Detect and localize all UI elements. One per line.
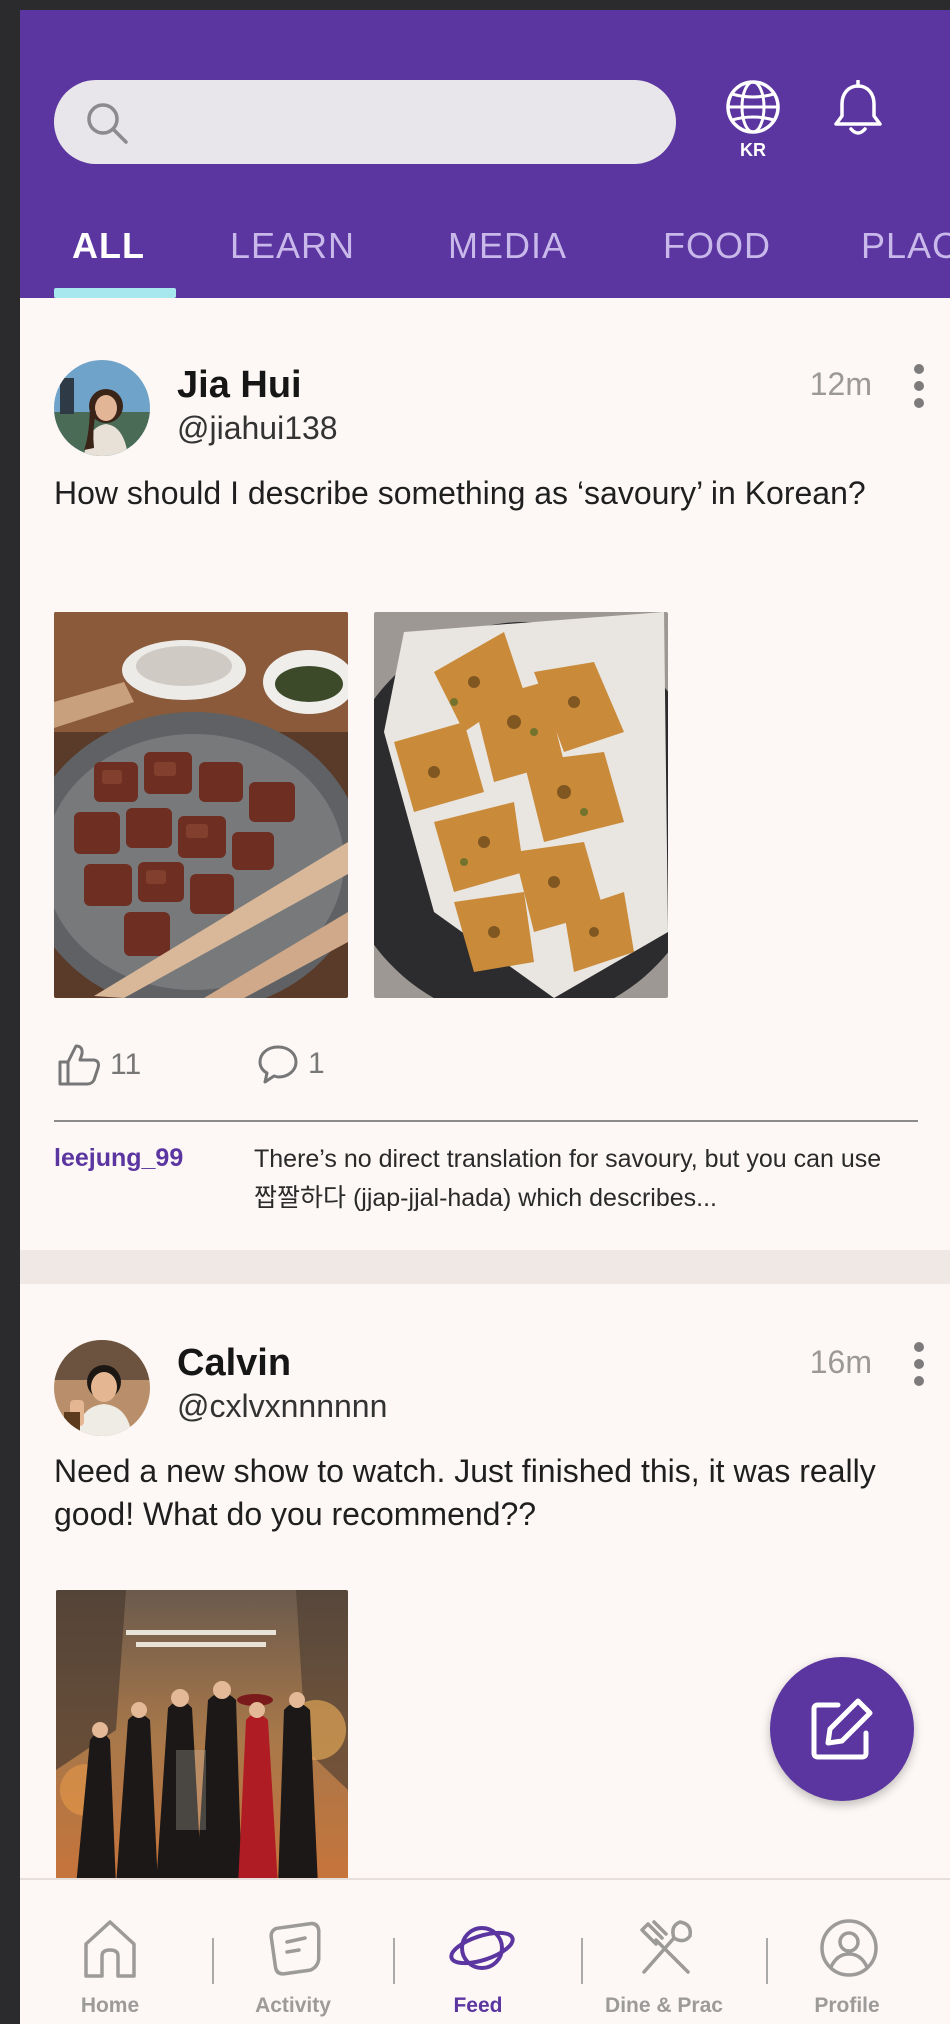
like-button[interactable]: 11 [56,1042,141,1088]
globe-icon [726,80,780,134]
post-image-bbq[interactable] [54,612,348,998]
post-author-name[interactable]: Calvin [177,1342,291,1385]
avatar[interactable] [54,360,150,456]
comment-divider [54,1120,918,1122]
tab-places[interactable]: PLAC [861,225,950,267]
avatar[interactable] [54,1340,150,1436]
post-text: Need a new show to watch. Just finished … [54,1453,876,1532]
post-timestamp: 16m [809,1344,872,1380]
nav-activity[interactable]: Activity [203,1880,383,2024]
tab-all[interactable]: ALL [72,225,145,267]
post-author-handle: @jiahui138 [177,410,338,446]
user-circle-icon [820,1919,878,1977]
post-timestamp: 12m [809,366,872,402]
post-text: How should I describe something as ‘savo… [54,475,866,511]
nav-dine-prac-label: Dine & Prac [605,1994,723,2017]
nav-home[interactable]: Home [20,1880,200,2024]
like-count: 11 [110,1048,142,1081]
bell-icon [834,79,882,135]
notifications-button[interactable] [832,79,884,143]
language-code: KR [740,140,766,160]
app-screen: KR ALL LEARN MEDIA FOOD PLAC Jia Hui @ji… [20,10,950,2024]
top-header: KR ALL LEARN MEDIA FOOD PLAC [20,10,950,298]
post-separator [20,1250,950,1284]
comment-button[interactable]: 1 [256,1042,325,1086]
nav-feed-label: Feed [453,1994,503,2017]
comment-icon [258,1045,298,1084]
nav-feed[interactable]: Feed [388,1880,568,2024]
tab-food[interactable]: FOOD [663,225,771,267]
tab-media[interactable]: MEDIA [448,225,567,267]
language-selector[interactable]: KR [722,76,784,172]
comment-count: 1 [308,1047,325,1080]
planet-icon [449,1926,515,1970]
nav-profile-label: Profile [814,1994,880,2017]
thumbs-up-icon [58,1044,100,1086]
post-card[interactable]: Jia Hui @jiahui138 12m How should I desc… [20,298,950,1260]
more-options-icon[interactable] [914,364,924,415]
comment-username[interactable]: leejung_99 [54,1144,183,1173]
compose-post-button[interactable] [770,1657,914,1801]
search-input[interactable] [54,80,676,164]
post-image-poster[interactable] [56,1590,348,1886]
post-actions: 11 1 [56,1042,456,1092]
nav-activity-label: Activity [255,1994,331,2017]
edit-icon [811,1698,873,1760]
more-options-icon[interactable] [914,1342,924,1393]
search-icon [87,103,128,144]
post-author-handle: @cxlvxnnnnnn [177,1388,388,1424]
nav-profile[interactable]: Profile [757,1880,937,2024]
home-icon [84,1920,136,1978]
tab-learn[interactable]: LEARN [230,225,355,267]
active-tab-indicator [54,288,176,298]
nav-dine-prac[interactable]: Dine & Prac [574,1880,754,2024]
utensils-icon [640,1920,693,1974]
category-tabs: ALL LEARN MEDIA FOOD PLAC [20,215,950,298]
post-image-pancake[interactable] [374,612,668,998]
post-author-name[interactable]: Jia Hui [177,364,302,407]
chat-bubble-icon [269,1921,321,1976]
nav-home-label: Home [80,1994,140,2017]
comment-preview[interactable]: There’s no direct translation for savour… [254,1140,904,1218]
bottom-navigation: Home Activity Feed Dine & Prac Profile [20,1878,950,2024]
